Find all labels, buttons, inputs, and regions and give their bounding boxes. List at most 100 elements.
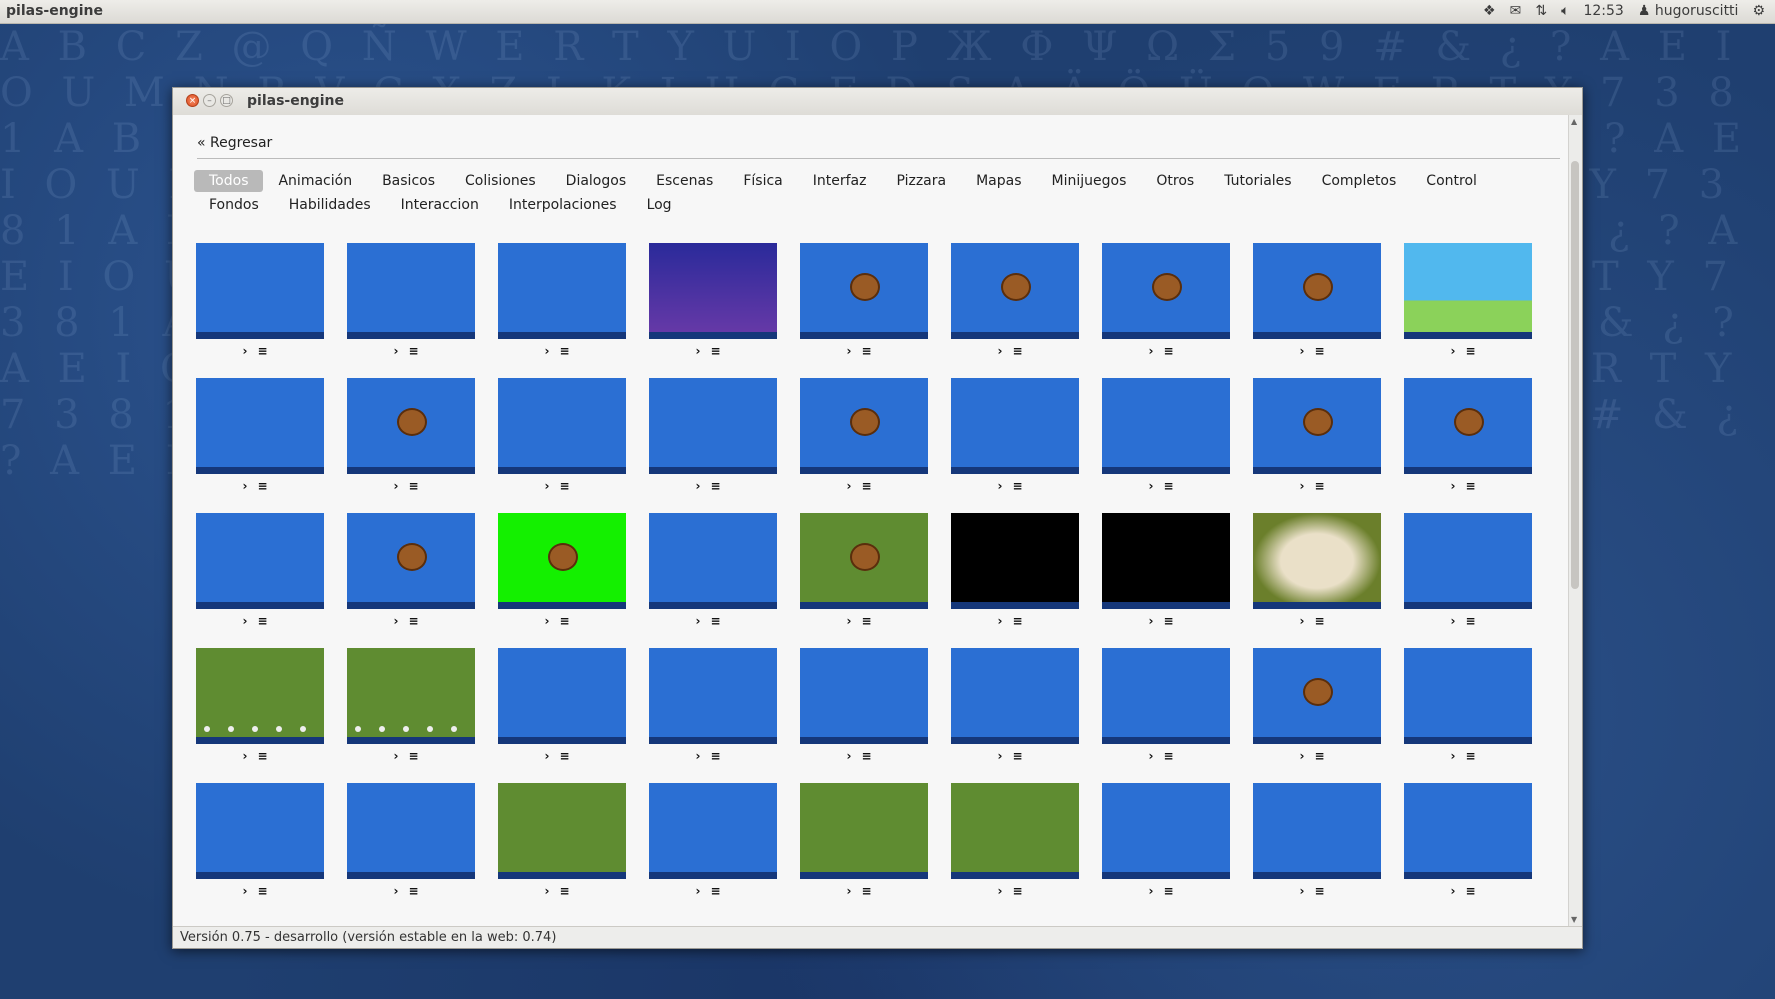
example-thumbnail[interactable] — [1102, 243, 1230, 339]
run-arrow-icon[interactable]: › — [1299, 479, 1314, 493]
source-lines-icon[interactable]: ≡ — [408, 614, 428, 628]
run-arrow-icon[interactable]: › — [695, 749, 710, 763]
window-titlebar[interactable]: × – □ pilas-engine — [173, 88, 1582, 116]
example-thumbnail[interactable] — [951, 378, 1079, 474]
back-link[interactable]: « Regresar — [197, 135, 272, 151]
close-button[interactable]: × — [186, 94, 199, 107]
source-lines-icon[interactable]: ≡ — [1012, 344, 1032, 358]
example-thumbnail[interactable] — [1253, 513, 1381, 609]
minimize-button[interactable]: – — [203, 94, 216, 107]
source-lines-icon[interactable]: ≡ — [408, 884, 428, 898]
run-arrow-icon[interactable]: › — [1148, 884, 1163, 898]
maximize-button[interactable]: □ — [220, 94, 233, 107]
category-tab[interactable]: Dialogos — [551, 170, 641, 192]
source-lines-icon[interactable]: ≡ — [710, 479, 730, 493]
run-arrow-icon[interactable]: › — [1299, 749, 1314, 763]
source-lines-icon[interactable]: ≡ — [257, 614, 277, 628]
source-lines-icon[interactable]: ≡ — [408, 344, 428, 358]
example-thumbnail[interactable] — [498, 648, 626, 744]
source-lines-icon[interactable]: ≡ — [710, 614, 730, 628]
source-lines-icon[interactable]: ≡ — [257, 884, 277, 898]
source-lines-icon[interactable]: ≡ — [1465, 479, 1485, 493]
source-lines-icon[interactable]: ≡ — [710, 749, 730, 763]
source-lines-icon[interactable]: ≡ — [559, 479, 579, 493]
source-lines-icon[interactable]: ≡ — [710, 344, 730, 358]
category-tab[interactable]: Otros — [1141, 170, 1209, 192]
category-tab[interactable]: Log — [632, 194, 687, 216]
run-arrow-icon[interactable]: › — [695, 479, 710, 493]
run-arrow-icon[interactable]: › — [544, 614, 559, 628]
source-lines-icon[interactable]: ≡ — [559, 884, 579, 898]
source-lines-icon[interactable]: ≡ — [1163, 344, 1183, 358]
source-lines-icon[interactable]: ≡ — [1012, 479, 1032, 493]
example-thumbnail[interactable] — [1404, 378, 1532, 474]
example-thumbnail[interactable] — [1404, 513, 1532, 609]
source-lines-icon[interactable]: ≡ — [559, 614, 579, 628]
example-thumbnail[interactable] — [649, 648, 777, 744]
source-lines-icon[interactable]: ≡ — [1314, 479, 1334, 493]
source-lines-icon[interactable]: ≡ — [1012, 749, 1032, 763]
example-thumbnail[interactable] — [800, 648, 928, 744]
example-thumbnail[interactable] — [347, 378, 475, 474]
source-lines-icon[interactable]: ≡ — [1465, 749, 1485, 763]
source-lines-icon[interactable]: ≡ — [1465, 614, 1485, 628]
source-lines-icon[interactable]: ≡ — [408, 479, 428, 493]
category-tab[interactable]: Minijuegos — [1037, 170, 1142, 192]
category-tab[interactable]: Habilidades — [274, 194, 386, 216]
run-arrow-icon[interactable]: › — [242, 614, 257, 628]
run-arrow-icon[interactable]: › — [242, 344, 257, 358]
example-thumbnail[interactable] — [1404, 243, 1532, 339]
example-thumbnail[interactable] — [196, 243, 324, 339]
category-tab[interactable]: Animación — [263, 170, 367, 192]
run-arrow-icon[interactable]: › — [544, 884, 559, 898]
example-thumbnail[interactable] — [347, 783, 475, 879]
example-thumbnail[interactable] — [951, 513, 1079, 609]
source-lines-icon[interactable]: ≡ — [257, 344, 277, 358]
example-thumbnail[interactable] — [951, 243, 1079, 339]
run-arrow-icon[interactable]: › — [1450, 344, 1465, 358]
source-lines-icon[interactable]: ≡ — [710, 884, 730, 898]
run-arrow-icon[interactable]: › — [846, 749, 861, 763]
category-tab[interactable]: Todos — [194, 170, 264, 192]
category-tab[interactable]: Interaccion — [386, 194, 494, 216]
run-arrow-icon[interactable]: › — [1148, 479, 1163, 493]
source-lines-icon[interactable]: ≡ — [1012, 614, 1032, 628]
run-arrow-icon[interactable]: › — [393, 479, 408, 493]
source-lines-icon[interactable]: ≡ — [1163, 749, 1183, 763]
run-arrow-icon[interactable]: › — [1450, 479, 1465, 493]
source-lines-icon[interactable]: ≡ — [861, 749, 881, 763]
category-tab[interactable]: Control — [1411, 170, 1492, 192]
example-thumbnail[interactable] — [800, 783, 928, 879]
run-arrow-icon[interactable]: › — [393, 749, 408, 763]
example-thumbnail[interactable] — [649, 783, 777, 879]
source-lines-icon[interactable]: ≡ — [559, 749, 579, 763]
run-arrow-icon[interactable]: › — [846, 479, 861, 493]
gear-icon[interactable]: ⚙ — [1752, 3, 1765, 19]
category-tab[interactable]: Física — [728, 170, 797, 192]
run-arrow-icon[interactable]: › — [1299, 344, 1314, 358]
example-thumbnail[interactable] — [498, 783, 626, 879]
source-lines-icon[interactable]: ≡ — [861, 614, 881, 628]
source-lines-icon[interactable]: ≡ — [861, 479, 881, 493]
clock[interactable]: 12:53 — [1583, 3, 1623, 19]
vertical-scrollbar[interactable]: ▲ ▼ — [1568, 115, 1582, 926]
run-arrow-icon[interactable]: › — [242, 749, 257, 763]
example-thumbnail[interactable] — [800, 243, 928, 339]
source-lines-icon[interactable]: ≡ — [861, 884, 881, 898]
example-thumbnail[interactable] — [347, 243, 475, 339]
volume-icon[interactable]: 🔈︎ — [1561, 3, 1569, 19]
source-lines-icon[interactable]: ≡ — [257, 479, 277, 493]
run-arrow-icon[interactable]: › — [695, 614, 710, 628]
dropbox-icon[interactable]: ❖ — [1483, 3, 1496, 19]
category-tab[interactable]: Tutoriales — [1209, 170, 1306, 192]
example-thumbnail[interactable] — [1102, 513, 1230, 609]
mail-icon[interactable]: ✉ — [1510, 3, 1522, 19]
source-lines-icon[interactable]: ≡ — [1314, 884, 1334, 898]
example-thumbnail[interactable] — [196, 378, 324, 474]
example-thumbnail[interactable] — [951, 648, 1079, 744]
run-arrow-icon[interactable]: › — [242, 479, 257, 493]
category-tab[interactable]: Escenas — [641, 170, 728, 192]
source-lines-icon[interactable]: ≡ — [861, 344, 881, 358]
scroll-down-arrow-icon[interactable]: ▼ — [1571, 915, 1577, 924]
example-thumbnail[interactable] — [1102, 648, 1230, 744]
